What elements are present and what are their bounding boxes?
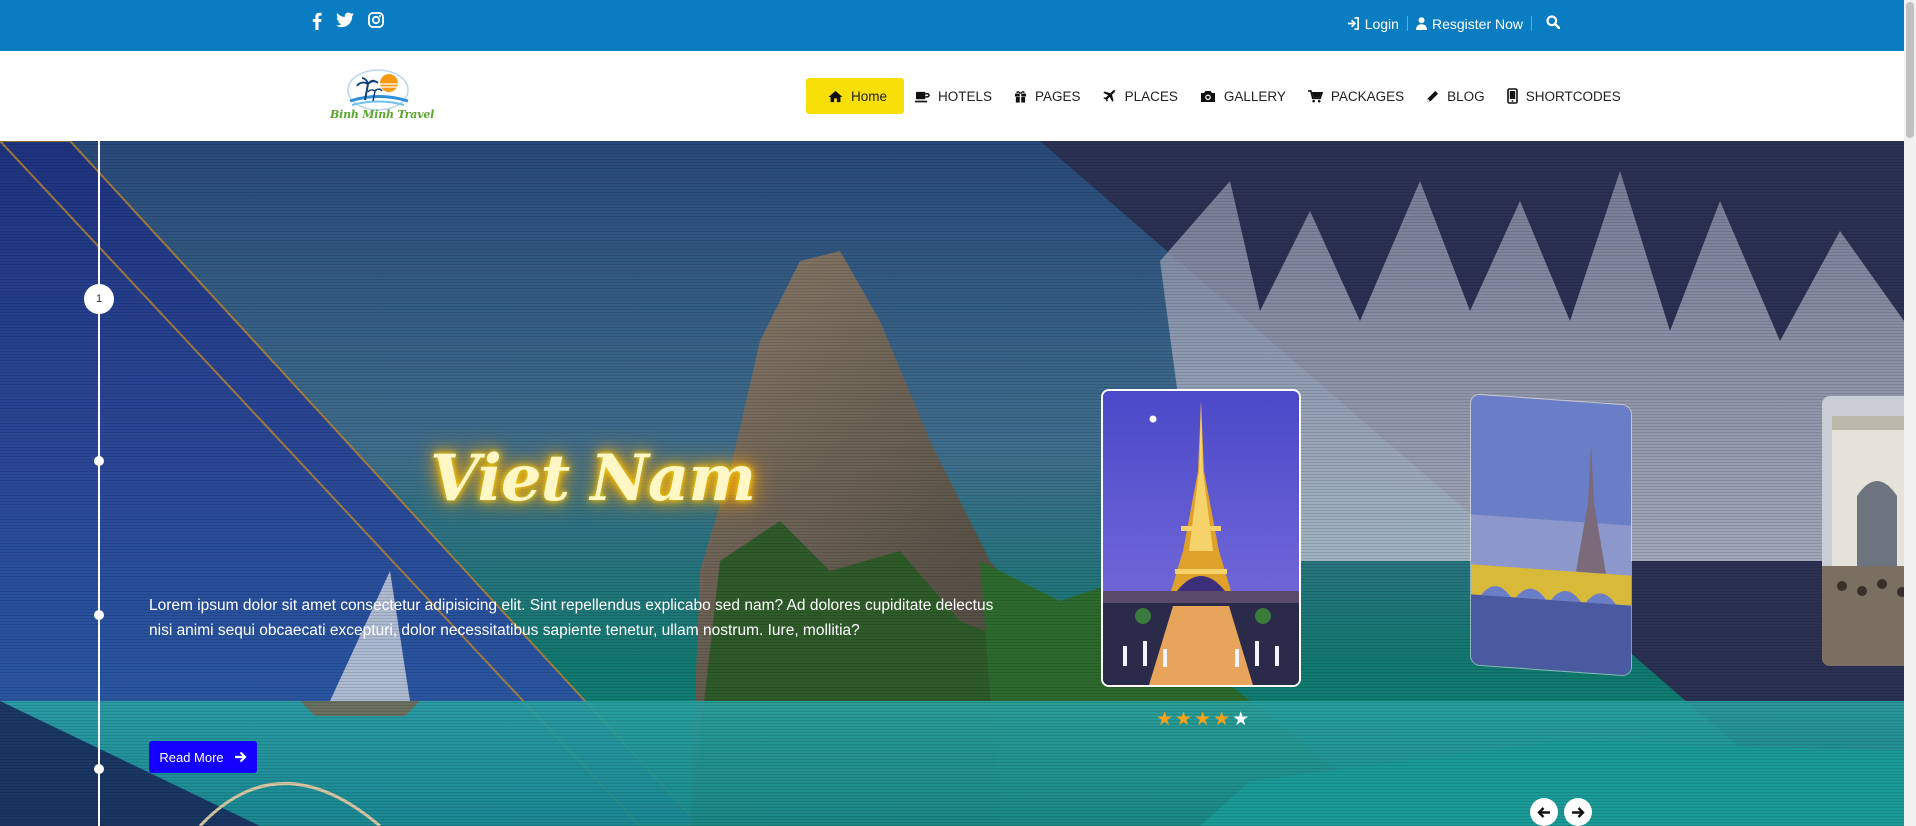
destination-card-active[interactable] bbox=[1101, 389, 1301, 687]
user-icon bbox=[1415, 17, 1427, 30]
divider bbox=[1531, 16, 1532, 31]
nav-item-packages[interactable]: PACKAGES bbox=[1297, 78, 1415, 114]
star-filled-icon: ★ bbox=[1194, 709, 1212, 730]
page-scrollbar[interactable] bbox=[1904, 0, 1916, 826]
coffee-cup-icon bbox=[915, 91, 930, 102]
rating-stars: ★ ★ ★ ★ ★ bbox=[1156, 708, 1249, 731]
star-empty-icon: ★ bbox=[1232, 709, 1250, 730]
timeline-step-1[interactable]: 1 bbox=[84, 284, 114, 314]
register-label: Resgister Now bbox=[1431, 15, 1523, 32]
logo-text: Binh Minh Travel bbox=[330, 108, 435, 121]
camera-icon bbox=[1200, 91, 1215, 102]
star-filled-icon: ★ bbox=[1213, 709, 1231, 730]
site-logo[interactable]: Binh Minh Travel bbox=[328, 61, 435, 125]
nav-item-hotels[interactable]: HOTELS bbox=[904, 78, 1003, 114]
gift-icon bbox=[1014, 90, 1027, 103]
destination-card[interactable] bbox=[1470, 393, 1632, 677]
timeline-dot[interactable] bbox=[94, 764, 104, 774]
slide-title: Viet Nam bbox=[430, 441, 756, 516]
top-bar: Login Resgister Now bbox=[0, 0, 1904, 51]
nav-label: PLACES bbox=[1124, 88, 1178, 104]
account-links: Login Resgister Now bbox=[1347, 15, 1561, 32]
mobile-icon bbox=[1506, 88, 1518, 104]
timeline-dot[interactable] bbox=[94, 456, 104, 466]
twitter-icon[interactable] bbox=[336, 12, 354, 35]
arc-de-triomphe-image bbox=[1822, 396, 1904, 666]
divider bbox=[1406, 16, 1408, 31]
nav-label: BLOG bbox=[1447, 88, 1485, 104]
arrow-right-icon bbox=[1572, 806, 1585, 818]
hero-slider: 1 Viet Nam Lorem ipsum dolor sit amet co… bbox=[0, 141, 1904, 826]
sign-in-icon bbox=[1347, 17, 1359, 30]
nav-label: PAGES bbox=[1035, 88, 1081, 104]
home-icon bbox=[828, 90, 843, 102]
nav-item-shortcodes[interactable]: SHORTCODES bbox=[1496, 78, 1632, 114]
nav-label: SHORTCODES bbox=[1525, 88, 1621, 104]
nav-label: PACKAGES bbox=[1330, 88, 1405, 104]
cart-icon bbox=[1307, 89, 1323, 102]
main-nav: Home HOTELS PAGES PLACES GALLERY PACKAGE… bbox=[806, 78, 1632, 114]
register-link[interactable]: Resgister Now bbox=[1415, 15, 1523, 32]
plane-icon bbox=[1102, 89, 1116, 102]
read-more-label: Read More bbox=[159, 749, 224, 765]
star-filled-icon: ★ bbox=[1175, 709, 1193, 730]
star-filled-icon: ★ bbox=[1156, 709, 1174, 730]
nav-item-blog[interactable]: BLOG bbox=[1415, 78, 1496, 114]
next-slide-button[interactable] bbox=[1564, 798, 1592, 826]
logo-graphic bbox=[347, 69, 409, 111]
nav-item-gallery[interactable]: GALLERY bbox=[1189, 78, 1297, 114]
nav-item-places[interactable]: PLACES bbox=[1092, 78, 1189, 114]
arrow-right-icon bbox=[234, 751, 247, 763]
pencil-icon bbox=[1427, 90, 1439, 102]
nav-label: HOTELS bbox=[938, 88, 993, 104]
slide-description: Lorem ipsum dolor sit amet consectetur a… bbox=[149, 597, 994, 639]
social-links bbox=[312, 12, 384, 35]
paris-bridge-image bbox=[1471, 394, 1631, 676]
nav-label: Home bbox=[851, 88, 888, 104]
login-label: Login bbox=[1364, 15, 1399, 32]
nav-label: GALLERY bbox=[1223, 88, 1286, 104]
arrow-left-icon bbox=[1537, 806, 1550, 818]
timeline-line bbox=[98, 141, 100, 826]
timeline-dot[interactable] bbox=[94, 610, 104, 620]
read-more-button[interactable]: Read More bbox=[149, 741, 257, 773]
login-link[interactable]: Login bbox=[1347, 16, 1399, 32]
instagram-icon[interactable] bbox=[368, 12, 384, 35]
eiffel-tower-image bbox=[1103, 391, 1299, 685]
search-icon[interactable] bbox=[1546, 15, 1561, 32]
scrollbar-thumb[interactable] bbox=[1906, 2, 1914, 138]
destination-card[interactable] bbox=[1822, 396, 1904, 666]
prev-slide-button[interactable] bbox=[1530, 798, 1558, 826]
nav-item-home[interactable]: Home bbox=[806, 78, 905, 114]
facebook-icon[interactable] bbox=[312, 12, 322, 35]
site-header: Binh Minh Travel Home HOTELS PAGES PLACE… bbox=[0, 51, 1904, 141]
nav-item-pages[interactable]: PAGES bbox=[1003, 78, 1092, 114]
